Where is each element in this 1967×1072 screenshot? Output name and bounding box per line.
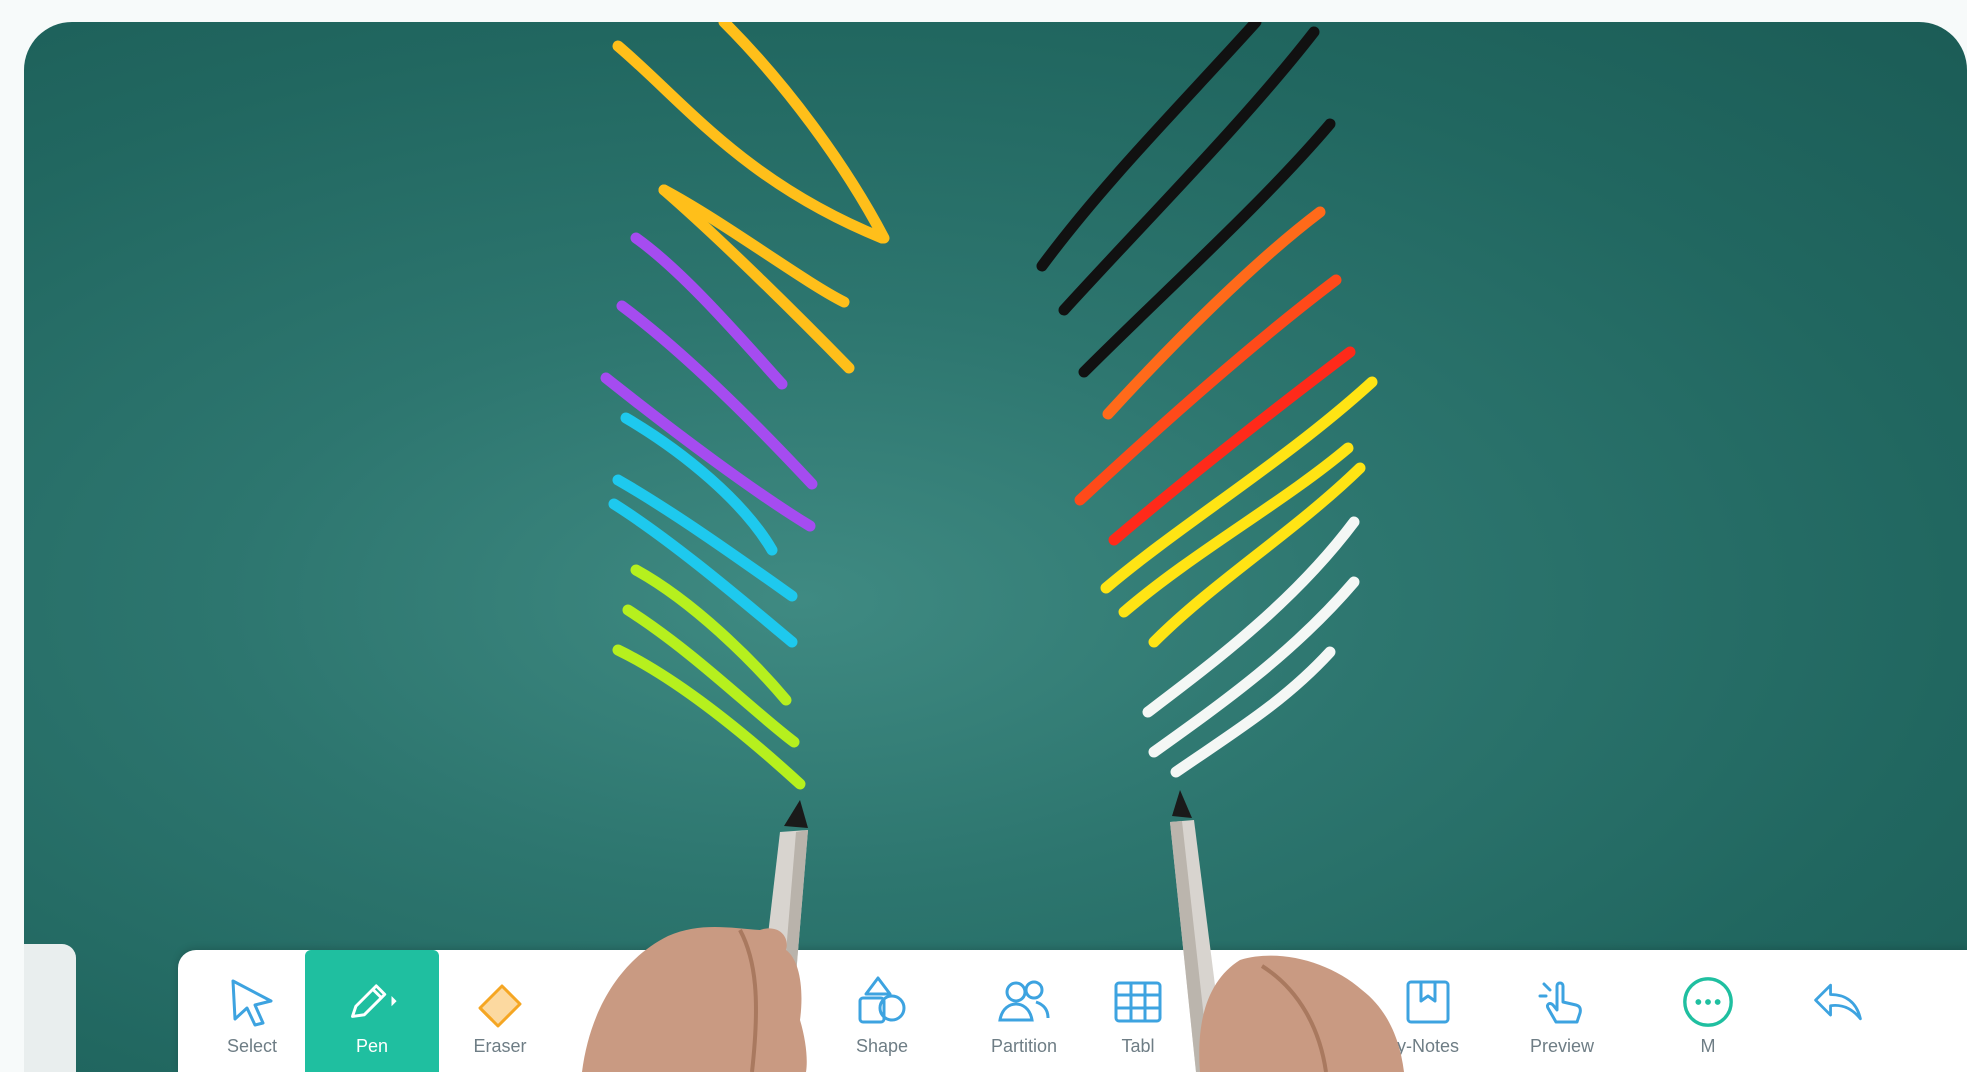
tool-label: Select [226, 1036, 278, 1056]
tool-eraser[interactable]: Eraser [440, 950, 560, 1072]
tool-label: Tabl [1121, 1036, 1155, 1056]
tool-select[interactable]: Select [192, 950, 312, 1072]
tool-partition[interactable]: Partition [954, 950, 1094, 1072]
tool-label: Pen [355, 1036, 389, 1056]
more-icon [1680, 974, 1736, 1030]
cursor-arrow-icon [224, 974, 280, 1030]
bottom-toolbar: Select Pen Eraser Shape Partition Tabl y… [178, 950, 1967, 1072]
ink-stroke-yellow [1118, 442, 1354, 618]
ink-stroke-yellow [612, 40, 888, 244]
tool-undo[interactable] [1778, 950, 1898, 1072]
tool-notes[interactable]: y-Notes [1368, 950, 1488, 1072]
tool-preview[interactable]: Preview [1502, 950, 1622, 1072]
table-icon [1110, 974, 1166, 1030]
pen-icon [344, 974, 400, 1030]
undo-icon [1810, 974, 1866, 1030]
whiteboard-canvas[interactable] [24, 22, 1967, 1072]
side-panel-tab[interactable] [24, 944, 76, 1072]
tool-label: Partition [990, 1036, 1058, 1056]
eraser-icon [472, 974, 528, 1030]
hand-pointer-icon [1534, 974, 1590, 1030]
ink-stroke-purple [630, 232, 788, 390]
shape-icon [854, 974, 910, 1030]
tool-pen[interactable]: Pen [305, 950, 439, 1072]
tool-more[interactable]: M [1648, 950, 1768, 1072]
tool-label: M [1700, 1036, 1716, 1056]
tool-shape[interactable]: Shape [822, 950, 942, 1072]
tool-label: Preview [1529, 1036, 1595, 1056]
tool-label: Shape [855, 1036, 909, 1056]
tool-label: Eraser [473, 1036, 527, 1056]
tool-label: y-Notes [1396, 1036, 1459, 1056]
notes-icon [1400, 974, 1456, 1030]
ink-strokes [600, 22, 1378, 790]
partition-icon [996, 974, 1052, 1030]
tool-table[interactable]: Tabl [1090, 950, 1186, 1072]
